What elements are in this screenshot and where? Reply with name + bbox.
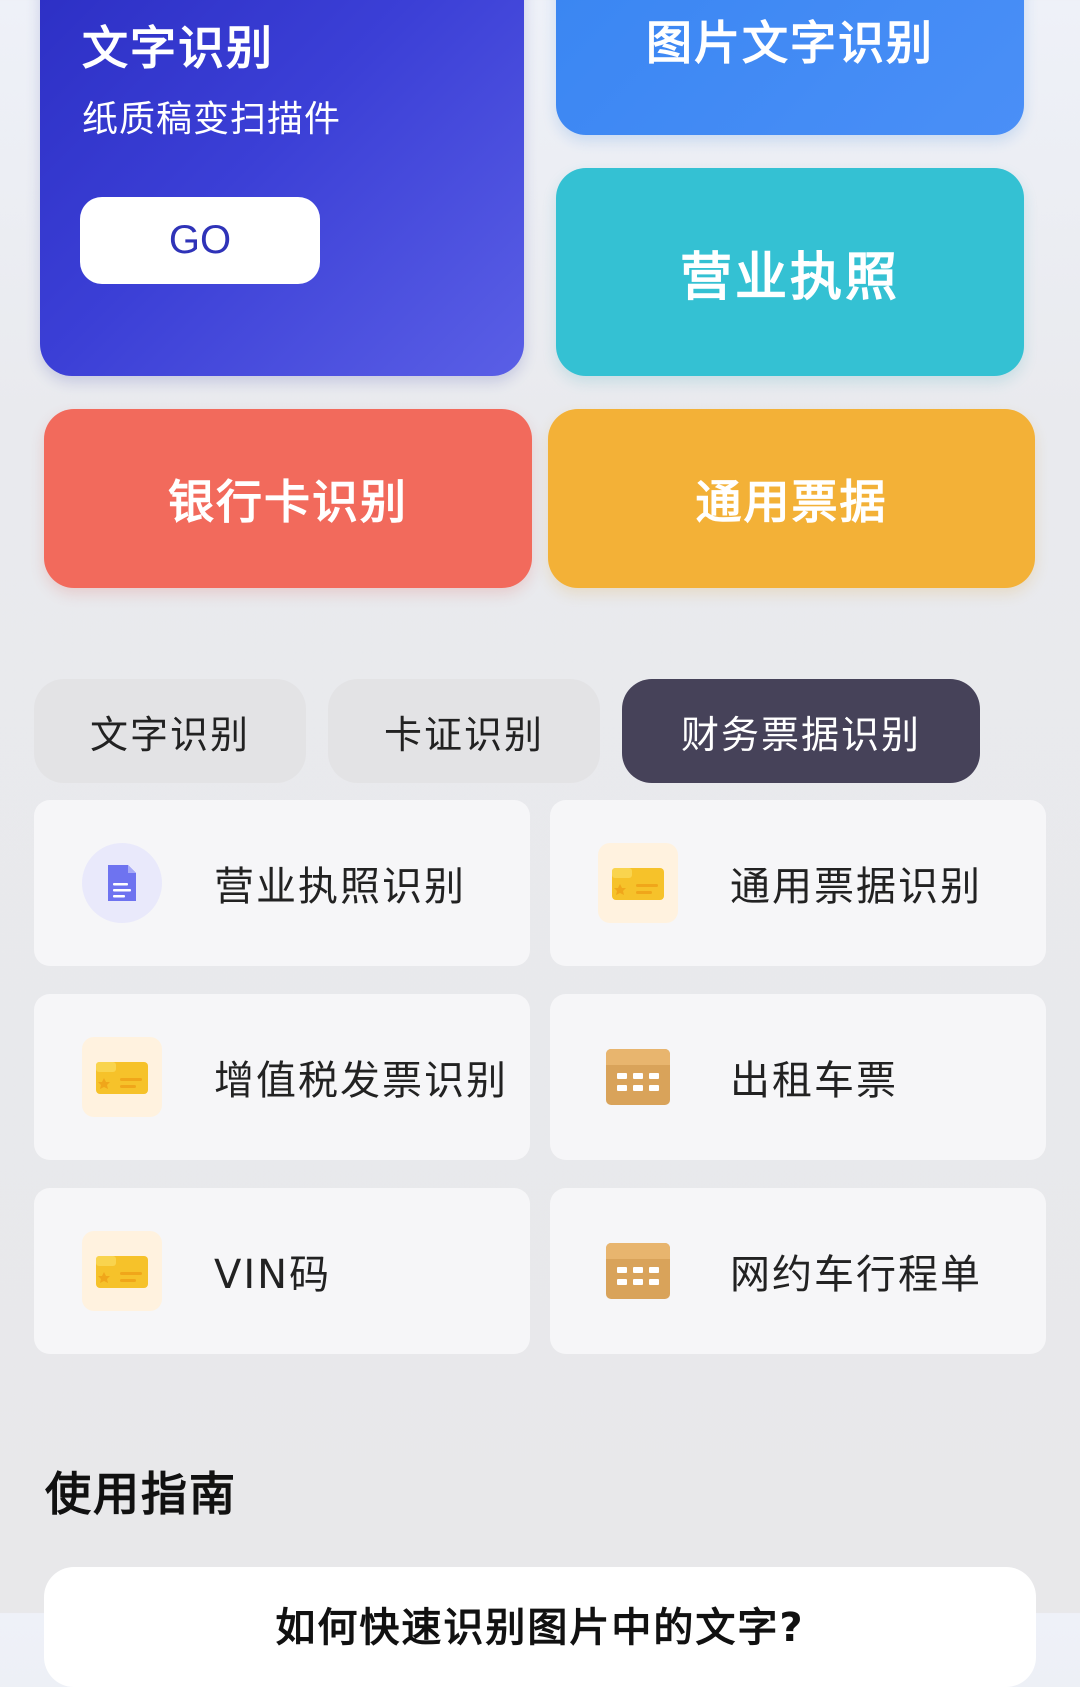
- image-text-recognition-label: 图片文字识别: [646, 16, 934, 70]
- ticket-icon: [82, 1231, 162, 1311]
- list-item-vin-code[interactable]: VIN码: [34, 1188, 530, 1354]
- list-item-label: 营业执照识别: [214, 864, 466, 910]
- calendar-icon: [598, 1037, 678, 1117]
- list-item-label: 网约车行程单: [730, 1252, 982, 1298]
- list-item-label: VIN码: [214, 1252, 332, 1298]
- general-bill-card[interactable]: 通用票据: [548, 409, 1035, 588]
- tab-text-recognition[interactable]: 文字识别: [34, 679, 306, 783]
- list-item-business-license[interactable]: 营业执照识别: [34, 800, 530, 966]
- guide-item-card[interactable]: 如何快速识别图片中的文字?: [44, 1567, 1036, 1687]
- calendar-icon: [598, 1231, 678, 1311]
- ticket-icon: [82, 1037, 162, 1117]
- tab-finance-bill-recognition[interactable]: 财务票据识别: [622, 679, 980, 783]
- general-bill-label: 通用票据: [695, 474, 888, 529]
- usage-guide-title: 使用指南: [45, 1467, 237, 1521]
- list-item-ride-hailing-itinerary[interactable]: 网约车行程单: [550, 1188, 1046, 1354]
- guide-item-text: 如何快速识别图片中的文字?: [275, 1605, 805, 1651]
- business-license-card[interactable]: 营业执照: [556, 168, 1024, 376]
- text-recognition-title: 文字识别: [82, 21, 274, 75]
- list-item-label: 出租车票: [730, 1058, 898, 1104]
- list-item-taxi-receipt[interactable]: 出租车票: [550, 994, 1046, 1160]
- document-icon: [82, 843, 162, 923]
- list-item-label: 增值税发票识别: [214, 1058, 508, 1104]
- list-item-label: 通用票据识别: [730, 864, 982, 910]
- tab-card-recognition[interactable]: 卡证识别: [328, 679, 600, 783]
- business-license-label: 营业执照: [679, 247, 900, 308]
- list-item-vat-invoice[interactable]: 增值税发票识别: [34, 994, 530, 1160]
- text-recognition-subtitle: 纸质稿变扫描件: [82, 99, 342, 140]
- ticket-icon: [598, 843, 678, 923]
- bank-card-recognition-card[interactable]: 银行卡识别: [44, 409, 532, 588]
- go-button[interactable]: GO: [80, 197, 320, 284]
- image-text-recognition-card[interactable]: 图片文字识别: [556, 0, 1024, 135]
- list-item-general-bill[interactable]: 通用票据识别: [550, 800, 1046, 966]
- bank-card-label: 银行卡识别: [168, 474, 408, 529]
